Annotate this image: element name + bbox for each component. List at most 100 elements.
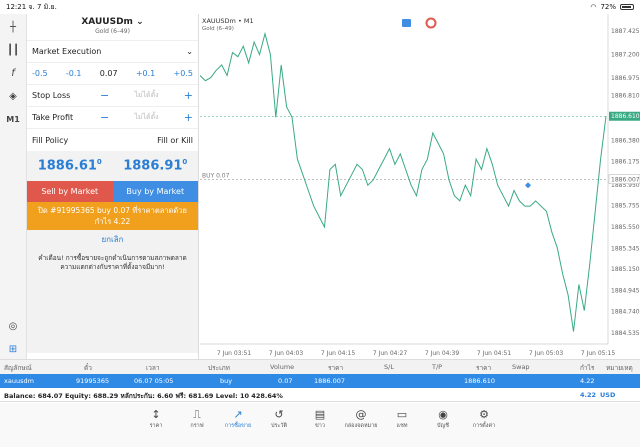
crosshair-icon[interactable]: ┼: [3, 17, 23, 37]
tab-chart[interactable]: ⎍ กราฟ: [177, 403, 218, 447]
price-display: 1886.610 1886.910: [27, 151, 198, 181]
price-line: [199, 31, 607, 332]
col-tp: T/P: [432, 363, 443, 371]
symbol-selector[interactable]: XAUUSDm ⌄ Gold (6–49): [27, 14, 198, 41]
table-row[interactable]: xauusdm 91995365 06.07 05:05 buy 0.07 18…: [0, 374, 640, 388]
col-symbol: สัญลักษณ์: [4, 364, 32, 372]
account-icon: ◉: [438, 408, 448, 421]
tab-chart-label: กราฟ: [190, 423, 204, 429]
buy-price-text: 1886.007: [611, 176, 640, 183]
buy-order-label: BUY 0.07: [202, 172, 230, 179]
volume-stepper: -0.5 -0.1 0.07 +0.1 +0.5: [27, 63, 198, 85]
execution-select[interactable]: Market Execution ⌄: [27, 41, 198, 63]
tab-trade[interactable]: ↗ การซื้อขาย: [218, 403, 259, 447]
vol-minus-01-button[interactable]: -0.1: [66, 69, 82, 78]
sell-button[interactable]: Sell by Market: [27, 181, 113, 202]
dropdown-arrow-icon: ⌄: [186, 47, 193, 56]
y-tick-label: 1885.755: [611, 203, 640, 210]
tab-account[interactable]: ◉ บัญชี: [423, 403, 464, 447]
history-icon: ↺: [274, 408, 284, 421]
close-line1: ปิด #91995365 buy 0.07 ที่ราคาตลาดด้วย: [38, 206, 187, 215]
x-tick-label: 7 Jun 03:51: [217, 350, 251, 357]
tab-mailbox-label: กล่องจดหมาย: [344, 423, 378, 429]
bottom-tab-bar: ↕ ราคา ⎍ กราฟ ↗ การซื้อขาย ↺ ประวัติ ▤ ข่าว @…: [0, 403, 640, 447]
tab-settings[interactable]: ⚙ การตั้งค่า: [464, 403, 505, 447]
left-toolbar: ┼ ┃┃ f ◈ M1 ◎ ⊞: [0, 14, 27, 359]
chevron-down-icon: ⌄: [136, 17, 144, 27]
trade-area: 1886.610 1886.910 Sell by Market Buy by …: [27, 151, 198, 353]
objects-icon[interactable]: ◈: [3, 86, 23, 106]
zoom-icon[interactable]: ◎: [3, 316, 23, 336]
positions-header: สัญลักษณ์ ตั๋ว เวลา ประเภท Volume ราคา S…: [0, 359, 640, 374]
cell-profit: 4.22: [580, 377, 595, 385]
one-click-icon[interactable]: [402, 19, 411, 27]
warning-text: คำเตือน! การซื้อขายจะถูกดำเนินการตามสภาพ…: [38, 254, 187, 271]
status-time: 12:21: [6, 3, 27, 11]
cell-symbol: xauusdm: [4, 377, 34, 385]
y-tick-label: 1886.175: [611, 159, 640, 166]
symbol-desc: Gold (6–49): [95, 28, 130, 35]
stop-loss-minus-button[interactable]: −: [100, 89, 109, 102]
vol-plus-05-button[interactable]: +0.5: [174, 69, 193, 78]
symbol-name: XAUUSDm: [81, 17, 133, 27]
vol-minus-05-button[interactable]: -0.5: [32, 69, 48, 78]
take-profit-plus-button[interactable]: +: [184, 111, 193, 124]
y-tick-label: 1886.975: [611, 75, 640, 82]
bid-price: 1886.610: [37, 158, 102, 174]
trade-marker-icon[interactable]: [525, 182, 531, 189]
stop-loss-plus-button[interactable]: +: [184, 89, 193, 102]
indicator-icon[interactable]: f: [3, 63, 23, 83]
fill-policy-value: Fill or Kill: [157, 135, 193, 145]
battery-percent: 72%: [600, 3, 616, 11]
vol-plus-01-button[interactable]: +0.1: [136, 69, 155, 78]
chart-symbol: XAUUSDm • M1: [202, 17, 254, 25]
news-icon: ▤: [314, 408, 326, 421]
tab-quotes-label: ราคา: [149, 423, 163, 429]
timeframe-button[interactable]: M1: [3, 109, 23, 129]
cancel-button[interactable]: ยกเลิก: [27, 230, 198, 250]
x-tick-label: 7 Jun 04:03: [269, 350, 303, 357]
chat-icon: ▭: [396, 408, 408, 421]
close-position-button[interactable]: ปิด #91995365 buy 0.07 ที่ราคาตลาดด้วย ก…: [27, 202, 198, 230]
execution-label: Market Execution: [32, 47, 102, 56]
y-tick-label: 1886.380: [611, 137, 640, 144]
y-tick-label: 1887.200: [611, 52, 640, 59]
close-line2: กำไร 4.22: [94, 217, 131, 226]
stop-loss-input[interactable]: ไม่ได้ตั้ง: [109, 90, 184, 101]
tab-chat[interactable]: ▭ แชท: [382, 403, 423, 447]
fill-policy-label: Fill Policy: [32, 135, 69, 145]
fill-policy-row[interactable]: Fill Policy Fill or Kill: [27, 129, 198, 151]
y-tick-label: 1884.535: [611, 330, 640, 337]
status-bar: 12:21 จ. 7 มิ.ย. ◠ 72%: [0, 0, 640, 14]
chart-icon: ⎍: [193, 408, 201, 421]
y-tick-label: 1885.345: [611, 245, 640, 252]
tab-trade-label: การซื้อขาย: [224, 423, 252, 429]
stop-loss-row: Stop Loss − ไม่ได้ตั้ง +: [27, 85, 198, 107]
price-chart[interactable]: XAUUSDm • M1 Gold (6–49) 1887.425 1887.20…: [199, 14, 640, 359]
tab-news[interactable]: ▤ ข่าว: [300, 403, 341, 447]
balance-profit: 4.22: [580, 391, 597, 399]
new-order-icon[interactable]: ⊞: [3, 339, 23, 359]
col-cur-price: ราคา: [476, 364, 492, 372]
tab-quotes[interactable]: ↕ ราคา: [136, 403, 177, 447]
col-swap: Swap: [512, 363, 530, 371]
candlestick-icon[interactable]: ┃┃: [3, 40, 23, 60]
app-root: 12:21 จ. 7 มิ.ย. ◠ 72% ┼ ┃┃ f ◈ M1 ◎ ⊞ X…: [0, 0, 640, 447]
tab-history[interactable]: ↺ ประวัติ: [259, 403, 300, 447]
volume-input[interactable]: 0.07: [100, 69, 118, 78]
tab-mailbox[interactable]: @ กล่องจดหมาย: [341, 403, 382, 447]
take-profit-minus-button[interactable]: −: [100, 111, 109, 124]
tab-account-label: บัญชี: [437, 423, 449, 429]
cell-price: 1886.007: [314, 377, 346, 385]
cell-volume: 0.07: [278, 377, 293, 385]
buy-button[interactable]: Buy by Market: [112, 181, 198, 202]
tab-settings-label: การตั้งค่า: [472, 423, 496, 429]
col-type: ประเภท: [208, 364, 230, 372]
depth-icon[interactable]: [425, 17, 437, 29]
y-tick-label: 1885.150: [611, 266, 640, 273]
cell-type: buy: [220, 377, 233, 385]
y-tick-label: 1885.550: [611, 224, 640, 231]
take-profit-input[interactable]: ไม่ได้ตั้ง: [109, 112, 184, 123]
wifi-icon: ◠: [590, 3, 597, 11]
col-price: ราคา: [328, 364, 344, 372]
